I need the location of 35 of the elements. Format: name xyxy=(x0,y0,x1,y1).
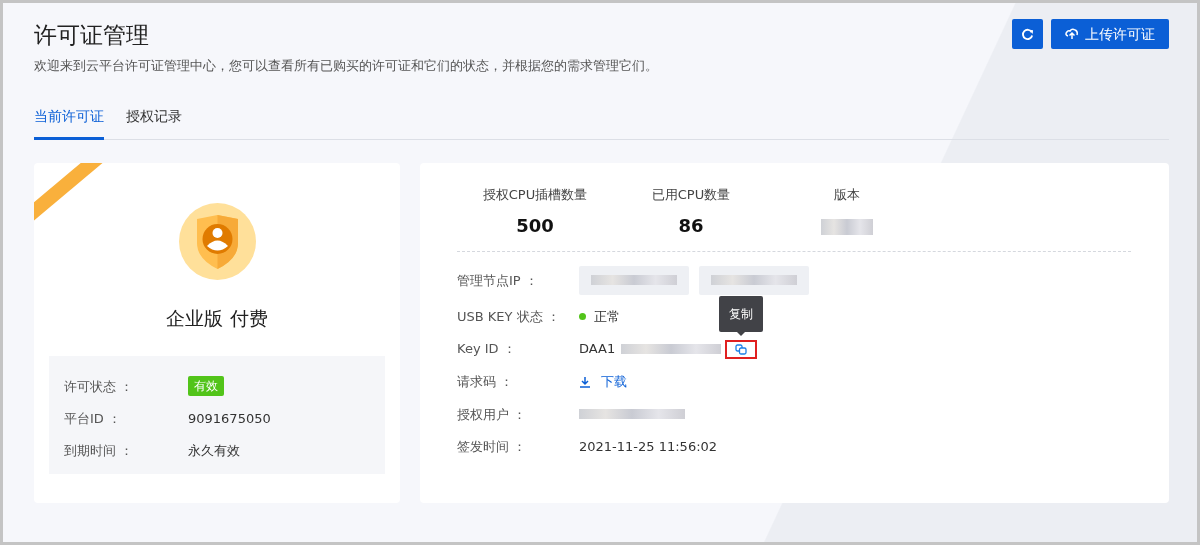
stat-label: 版本 xyxy=(833,185,861,204)
edition-title: 企业版 付费 xyxy=(165,305,269,331)
page-title: 许可证管理 xyxy=(34,21,150,50)
stat-label: 授权CPU插槽数量 xyxy=(481,185,589,204)
status-badge: 有效 xyxy=(188,376,224,397)
download-link[interactable]: 下载 xyxy=(579,372,627,392)
field-value: 2021-11-25 11:56:02 xyxy=(579,438,718,457)
tab[interactable]: 当前许可证 xyxy=(34,105,104,140)
field-label: 请求码 ： xyxy=(457,373,515,391)
field-label: 管理节点IP ： xyxy=(457,271,539,290)
redacted-value xyxy=(821,219,873,236)
field-label: USB KEY 状态 ： xyxy=(457,307,561,326)
detail-label: 许可状态 ： xyxy=(64,377,135,396)
cloud-upload-icon xyxy=(1065,28,1079,40)
field-label: 授权用户 ： xyxy=(457,405,528,424)
page-subtitle: 欢迎来到云平台许可证管理中心，您可以查看所有已购买的许可证和它们的状态，并根据您的需求管理它们。 xyxy=(34,57,658,75)
stat-value: 86 xyxy=(677,214,705,239)
key-id-text: DAA1 xyxy=(579,340,616,359)
copy-button[interactable] xyxy=(735,343,748,355)
tab[interactable]: 授权记录 xyxy=(126,105,182,140)
stat-value: 500 xyxy=(515,214,555,239)
shield-user-icon xyxy=(178,202,256,280)
detail-value: 9091675050 xyxy=(188,409,271,428)
stat-label: 已用CPU数量 xyxy=(650,185,732,204)
download-icon xyxy=(579,375,591,388)
refresh-icon xyxy=(1021,27,1034,41)
copy-icon xyxy=(735,343,748,355)
status-text: 正常 xyxy=(594,307,620,326)
field-label: 签发时间 ： xyxy=(457,438,528,457)
detail-label: 平台ID ： xyxy=(64,409,122,428)
detail-label: 到期时间 ： xyxy=(64,441,135,460)
refresh-button[interactable] xyxy=(1012,19,1043,49)
upload-button[interactable]: 上传许可证 xyxy=(1051,19,1169,49)
detail-value: 永久有效 xyxy=(188,441,240,460)
field-label: Key ID ： xyxy=(457,340,517,359)
